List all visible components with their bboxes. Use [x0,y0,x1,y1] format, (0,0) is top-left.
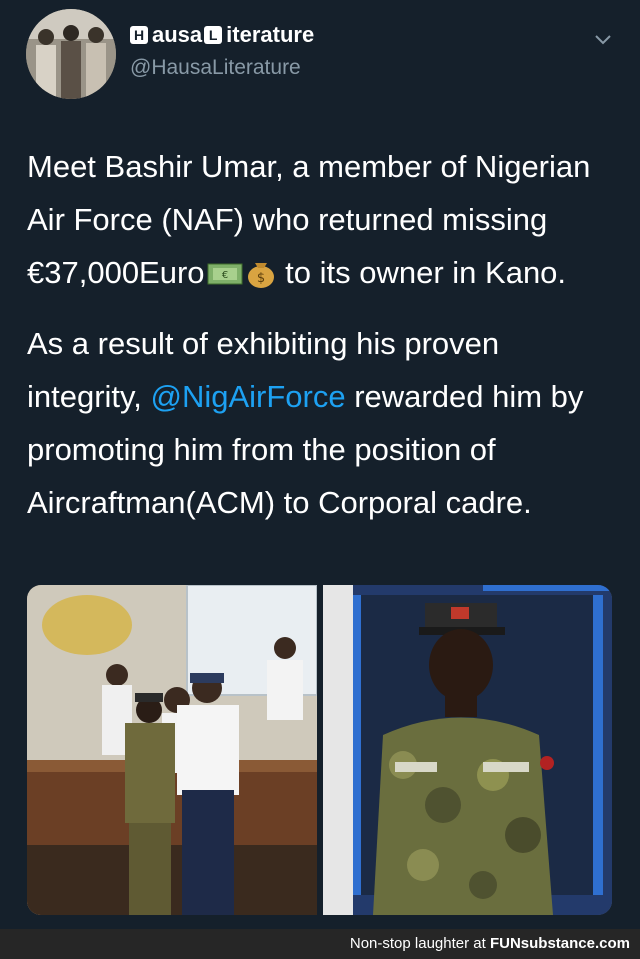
tweet-header: H ausa L iterature @HausaLiterature [0,0,640,120]
watermark-text: Non-stop laughter at FUNsubstance.com [350,935,630,952]
ceremony-photo-image [27,585,317,915]
display-name-part: iterature [226,22,315,47]
svg-text:€: € [221,270,227,281]
group-photo-icon [26,9,116,99]
ceremony-photo[interactable] [27,585,317,915]
display-name-letter: L [204,26,223,44]
svg-text:$: $ [256,271,264,286]
tweet-text-segment: to its owner in Kano. [276,255,567,290]
watermark-caption: Non-stop laughter at [349,935,490,952]
mention-link[interactable]: @NigAirForce [150,379,345,414]
money-bills-emoji-icon: € [207,252,243,305]
display-name[interactable]: H ausa L iterature [130,22,314,48]
watermark-brand: FUNsubstance.com [489,935,630,952]
soldier-portrait-photo[interactable] [323,585,612,915]
tweet-paragraph: As a result of exhibiting his proven int… [27,317,617,529]
money-bag-emoji-icon: $ [245,252,277,305]
chevron-down-icon[interactable] [592,28,614,50]
tweet-paragraph: Meet Bashir Umar, a member of Nigerian A… [27,140,617,305]
display-name-letter: H [130,26,148,44]
soldier-portrait-image [323,585,612,915]
watermark-bar: Non-stop laughter at FUNsubstance.com [0,929,640,959]
tweet-body: Meet Bashir Umar, a member of Nigerian A… [27,140,617,541]
avatar[interactable] [26,9,116,99]
display-name-part: ausa [152,22,203,47]
user-handle[interactable]: @HausaLiterature [130,56,301,80]
